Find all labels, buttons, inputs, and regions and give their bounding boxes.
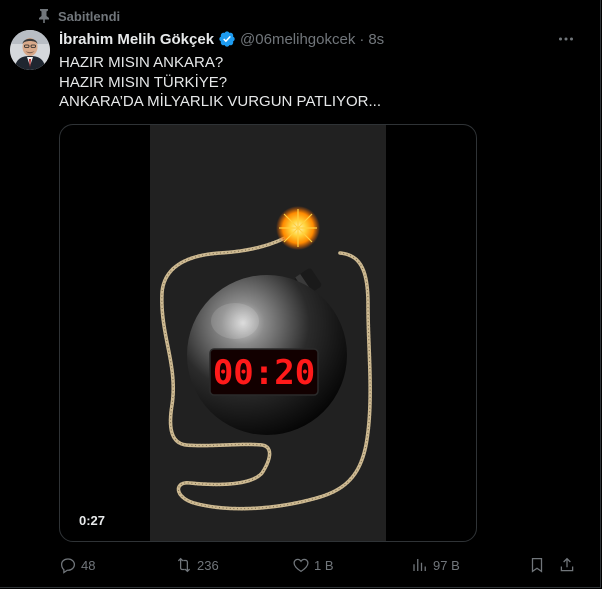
pinned-indicator: Sabitlendi xyxy=(38,8,120,24)
tweet-actions: 48 236 1 B 97 B xyxy=(55,555,585,575)
reply-icon xyxy=(60,558,76,574)
tweet-card[interactable]: Sabitlendi İbrahim Melih Gökçek @06melih… xyxy=(0,0,601,588)
bookmark-icon xyxy=(531,557,543,573)
separator-dot: · xyxy=(359,30,365,48)
tweet-text: HAZIR MISIN ANKARA? HAZIR MISIN TÜRKİYE?… xyxy=(59,53,579,112)
reply-button[interactable]: 48 xyxy=(59,555,95,575)
tweet-timestamp[interactable]: 8s xyxy=(368,31,384,48)
verified-badge-icon[interactable] xyxy=(218,30,236,48)
bomb-illustration: 00:20 xyxy=(160,206,372,511)
retweet-icon xyxy=(177,557,191,573)
video-frame: 00:20 xyxy=(150,125,386,541)
bomb-timer-display: 00:20 xyxy=(213,353,315,393)
video-duration: 0:27 xyxy=(79,513,106,528)
tweet-header: İbrahim Melih Gökçek @06melihgokcek · 8s xyxy=(59,30,384,48)
tweet-text-line: ANKARA’DA MİLYARLIK VURGUN PATLIYOR... xyxy=(59,93,382,110)
like-button[interactable]: 1 B xyxy=(292,555,334,575)
heart-icon xyxy=(293,558,309,573)
tweet-text-line: HAZIR MISIN TÜRKİYE? xyxy=(59,73,228,91)
retweet-button[interactable]: 236 xyxy=(175,555,219,575)
video-player[interactable]: 00:20 xyxy=(59,124,477,542)
author-handle[interactable]: @06melihgokcek xyxy=(240,31,355,48)
author-name[interactable]: İbrahim Melih Gökçek xyxy=(59,31,214,48)
retweet-count: 236 xyxy=(197,557,219,573)
bookmark-button[interactable] xyxy=(528,555,546,575)
tweet-text-line: HAZIR MISIN ANKARA? xyxy=(59,54,224,71)
avatar[interactable] xyxy=(10,30,50,70)
pinned-label: Sabitlendi xyxy=(58,8,121,24)
pin-icon xyxy=(39,9,49,23)
share-button[interactable] xyxy=(558,555,576,575)
reply-count: 48 xyxy=(81,557,96,573)
more-options-icon[interactable] xyxy=(555,30,577,48)
views-icon xyxy=(413,559,426,571)
like-count: 1 B xyxy=(314,557,334,573)
share-icon xyxy=(560,557,574,572)
views-button[interactable]: 97 B xyxy=(411,555,460,575)
view-count: 97 B xyxy=(433,557,460,573)
